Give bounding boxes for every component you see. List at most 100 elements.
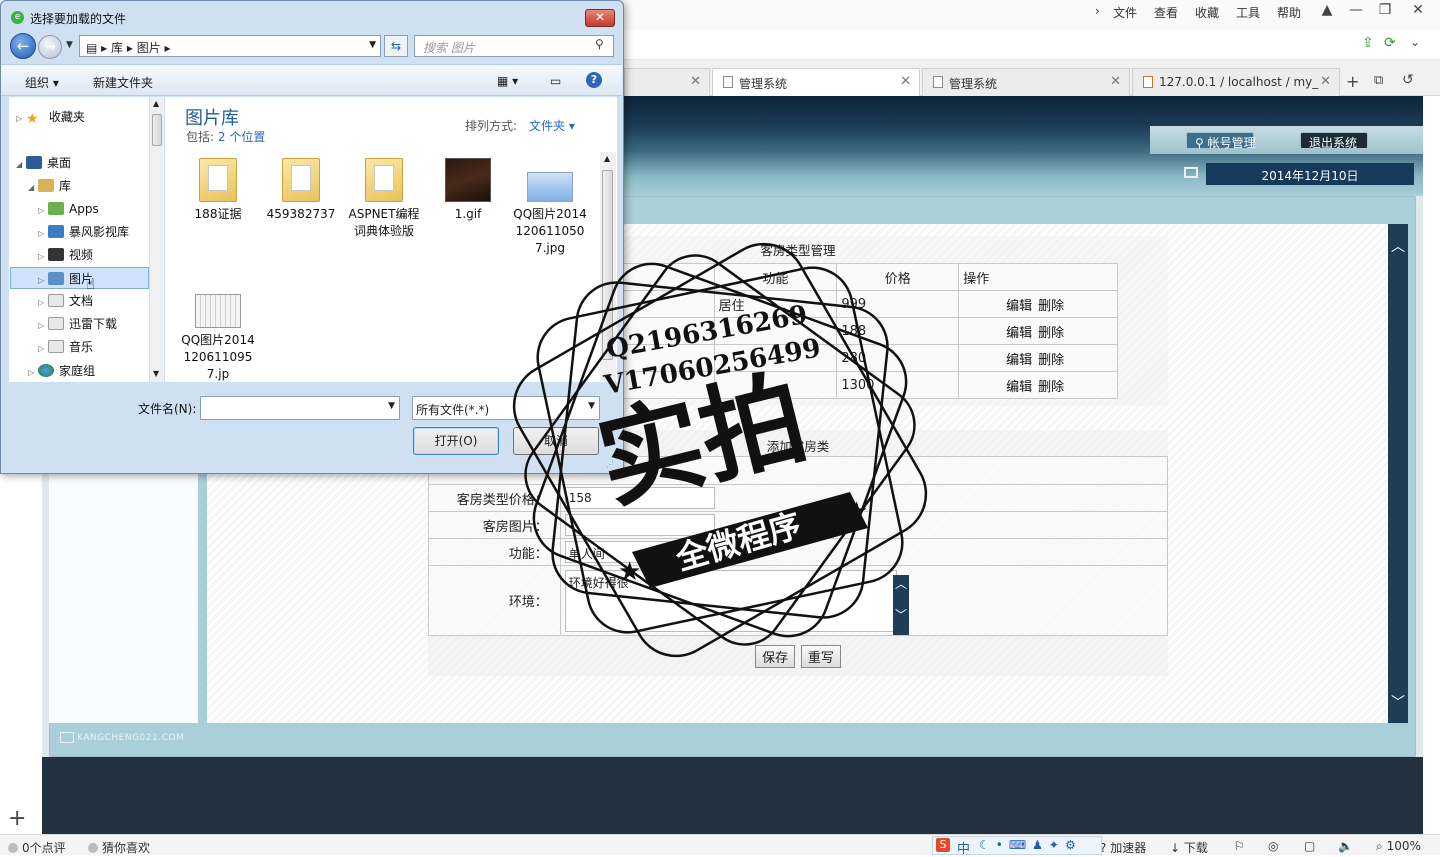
textarea-scrollbar[interactable]: ︿ ﹀ — [893, 575, 909, 635]
menu-help[interactable]: 帮助 — [1277, 4, 1301, 21]
resize-grip-icon[interactable]: ⋰ — [606, 460, 614, 469]
filename-input[interactable]: ▼ — [200, 396, 400, 420]
sogou-icon[interactable]: S — [936, 838, 950, 852]
delete-link[interactable]: 删除 — [1038, 353, 1064, 368]
zoom-control[interactable]: ⌕ 100% — [1376, 839, 1421, 854]
search-icon[interactable]: ⚲ — [595, 37, 604, 51]
price-input[interactable]: 158 — [564, 487, 715, 509]
expand-icon[interactable]: ▷ — [38, 246, 48, 268]
dialog-close-button[interactable]: ✕ — [585, 9, 615, 27]
nav-item-library[interactable]: ◢ 库 — [28, 175, 71, 197]
expand-icon[interactable]: ▷ — [38, 315, 48, 337]
download-button[interactable]: ↓ 下载 — [1170, 839, 1208, 856]
filetype-select[interactable]: 所有文件(*.*) ▼ — [412, 396, 600, 420]
expand-icon[interactable]: ▷ — [38, 292, 48, 314]
nav-scrollbar[interactable]: ▲ ▼ — [149, 97, 164, 382]
delete-link[interactable]: 删除 — [1038, 380, 1064, 395]
edit-link[interactable]: 编辑 — [1006, 353, 1032, 368]
maximize-button[interactable]: ❐ — [1374, 2, 1396, 22]
comments-status[interactable]: 0个点评 — [8, 839, 66, 856]
delete-link[interactable]: 删除 — [1038, 299, 1064, 314]
forward-button[interactable]: → — [38, 35, 62, 59]
nav-item-documents[interactable]: ▷ 文档 — [38, 290, 93, 312]
recommend-status[interactable]: 猜你喜欢 — [88, 839, 150, 856]
ime-mode[interactable]: 中 — [957, 838, 970, 857]
edit-link[interactable]: 编辑 — [1006, 380, 1032, 395]
history-dropdown[interactable]: ▼ — [66, 40, 73, 50]
nav-item-videos[interactable]: ▷ 视频 — [38, 244, 93, 266]
nav-item-xunlei[interactable]: ▷ 迅雷下载 — [38, 313, 117, 335]
minimize-button[interactable]: — — [1345, 2, 1367, 22]
scroll-thumb[interactable] — [152, 114, 162, 146]
undo-close-icon[interactable]: ↺ — [1402, 72, 1414, 88]
tab-list-icon[interactable]: ⧉ — [1374, 73, 1383, 88]
expand-icon[interactable]: ▷ — [38, 270, 48, 292]
ime-toolbar[interactable]: S 中 ☾•⌨♟✦⚙ — [932, 836, 1102, 857]
close-window-button[interactable]: ✕ — [1407, 2, 1429, 22]
new-tab-button[interactable]: + — [1346, 72, 1359, 91]
image-file-input[interactable] — [564, 514, 715, 536]
back-button[interactable]: ← — [10, 33, 36, 59]
ime-tools-icons[interactable]: ☾•⌨♟✦⚙ — [979, 838, 1082, 852]
cancel-button[interactable]: 取消 — [513, 427, 599, 455]
chevron-up-icon[interactable]: ▲ — [153, 99, 159, 108]
menu-file[interactable]: 文件 — [1113, 4, 1137, 21]
chevron-up-icon[interactable]: ︿ — [893, 575, 909, 592]
file-item-folder[interactable]: ASPNET编程词典体验版 — [345, 158, 423, 240]
environment-textarea[interactable]: 环境好得很 — [564, 569, 897, 632]
collapse-icon[interactable]: ◢ — [28, 177, 38, 199]
breadcrumb-pictures[interactable]: 图片 — [137, 41, 161, 55]
nav-item-music[interactable]: ▷ 音乐 — [38, 336, 93, 358]
file-item-image[interactable]: QQ图片20141206110957.jp — [181, 290, 255, 383]
browser-icon[interactable]: ◎ — [1268, 839, 1278, 853]
file-item-folder[interactable]: 459382737 — [263, 158, 339, 223]
content-scrollbar[interactable]: ︿ ﹀ — [1388, 224, 1408, 723]
accelerator-button[interactable]: ? 加速器 — [1100, 839, 1146, 856]
chevron-down-icon[interactable]: ﹀ — [893, 606, 909, 623]
skin-icon[interactable]: ▲ — [1316, 2, 1338, 22]
menu-favorites[interactable]: 收藏 — [1195, 4, 1219, 21]
refresh-button[interactable]: ⇆ — [384, 35, 408, 57]
reset-button[interactable]: 重写 — [800, 645, 841, 668]
nav-item-apps[interactable]: ▷ Apps — [38, 198, 99, 220]
collapse-icon[interactable]: ◢ — [16, 154, 26, 176]
tab-phpmyadmin[interactable]: 127.0.0.1 / localhost / my_ ✕ — [1132, 68, 1340, 96]
view-options-icon[interactable]: ▦ ▾ — [497, 74, 518, 88]
expand-icon[interactable]: ▷ — [28, 362, 38, 384]
expand-icon[interactable]: ▷ — [16, 108, 26, 130]
chevron-down-icon[interactable]: ▼ — [153, 369, 159, 378]
menu-tools[interactable]: 工具 — [1236, 4, 1260, 21]
new-folder-button[interactable]: 新建文件夹 — [93, 74, 153, 91]
volume-icon[interactable]: 🔈 — [1338, 839, 1353, 853]
edit-link[interactable]: 编辑 — [1006, 299, 1032, 314]
nav-item-pictures[interactable]: ▷ 图片 — [10, 267, 149, 289]
add-sidebar-button[interactable]: + — [8, 806, 26, 831]
library-locations-link[interactable]: 2 个位置 — [218, 130, 265, 144]
files-scrollbar[interactable]: ▲ — [600, 152, 616, 382]
flag-icon[interactable]: ⚐ — [1234, 839, 1245, 853]
scroll-thumb[interactable] — [602, 170, 613, 360]
close-icon[interactable]: ✕ — [690, 74, 701, 89]
close-icon[interactable]: ✕ — [1320, 74, 1331, 89]
preview-pane-icon[interactable]: ▭ — [550, 74, 561, 88]
file-item-image[interactable]: QQ图片20141206110507.jpg — [513, 158, 587, 257]
chevron-up-icon[interactable]: ▲ — [604, 154, 610, 163]
nav-item-baofeng[interactable]: ▷ 暴风影视库 — [38, 221, 129, 243]
open-button[interactable]: 打开(O) — [413, 427, 499, 455]
sync-icon[interactable]: ⟳ — [1384, 35, 1396, 51]
chevron-down-icon[interactable]: ⌄ — [1410, 35, 1420, 49]
share-icon[interactable]: ⇪ — [1362, 35, 1374, 51]
close-icon[interactable]: ✕ — [900, 74, 911, 89]
file-item-folder[interactable]: 188证据 — [181, 158, 255, 223]
nav-item-homegroup[interactable]: ▷ 家庭组 — [28, 360, 95, 382]
account-management-button[interactable]: ⚲ 帐号管理 — [1186, 132, 1256, 150]
chevron-down-icon[interactable]: ▼ — [388, 401, 395, 411]
help-icon[interactable]: ? — [586, 72, 602, 88]
nav-item-desktop[interactable]: ◢ 桌面 — [16, 152, 71, 174]
path-breadcrumb[interactable]: ▤ ▸ 库 ▸ 图片 ▸ ▼ — [79, 35, 381, 57]
tab-admin-system-active[interactable]: 管理系统 ✕ — [712, 68, 920, 97]
save-button[interactable]: 保存 — [755, 645, 796, 668]
menu-view[interactable]: 查看 — [1154, 4, 1178, 21]
file-item-image[interactable]: 1.gif — [431, 158, 505, 223]
sort-dropdown[interactable]: 文件夹 ▾ — [529, 117, 575, 134]
